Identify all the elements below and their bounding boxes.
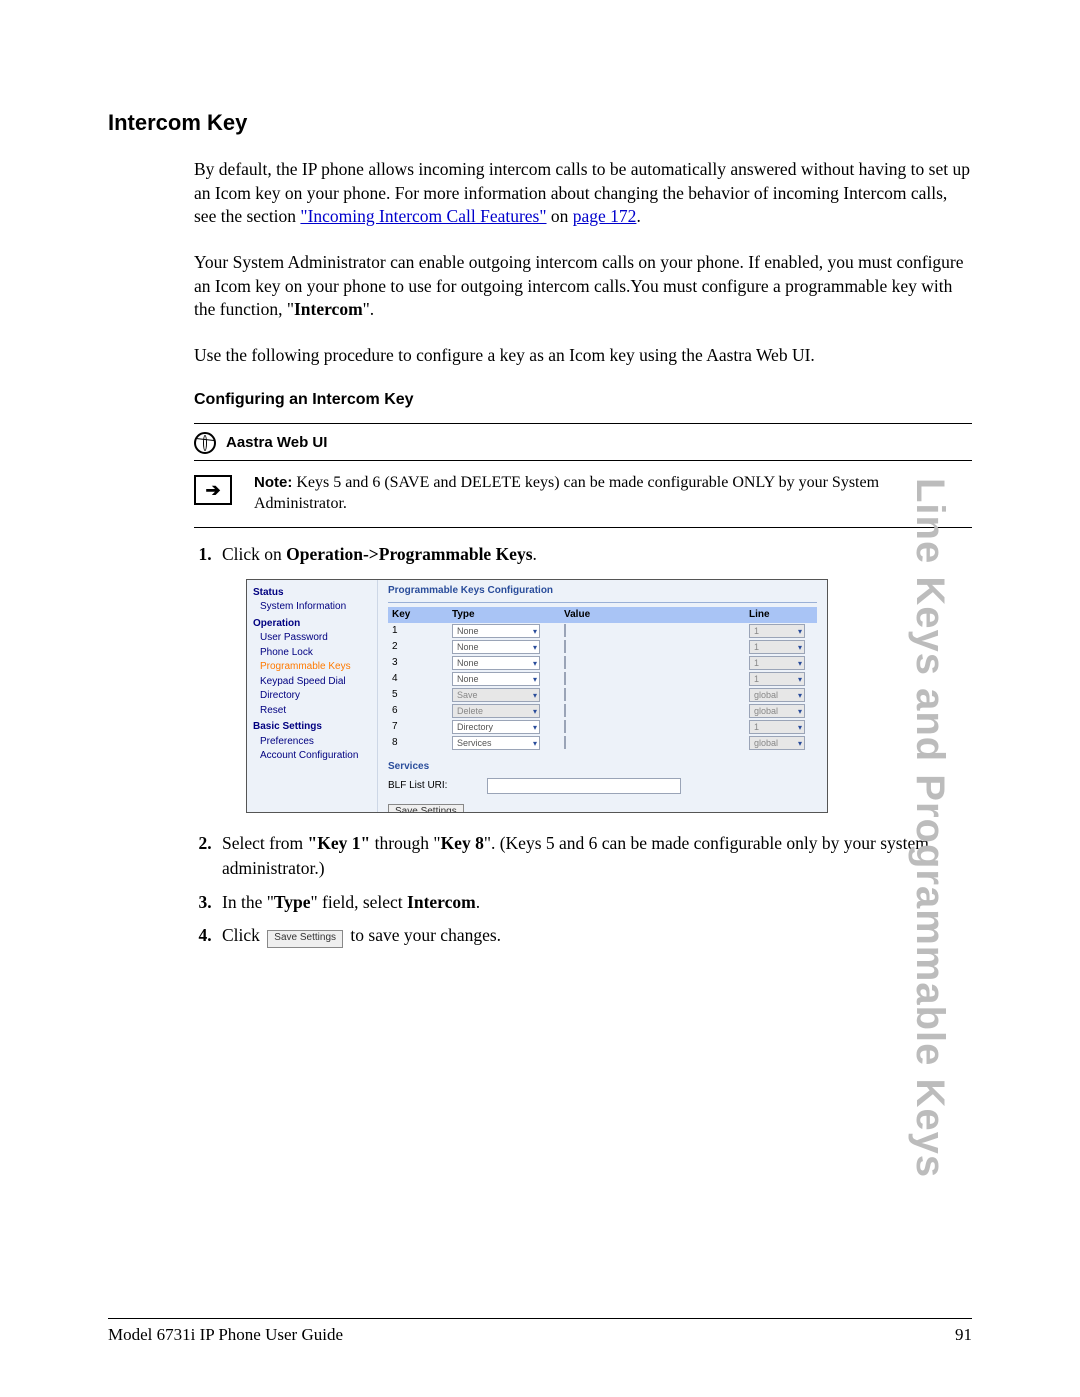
table-row: 8Services▾ global▾ — [388, 735, 817, 751]
rule — [194, 527, 972, 528]
chevron-down-icon: ▾ — [798, 738, 802, 750]
web-ui-screenshot: Status System Information Operation User… — [246, 579, 828, 813]
key-number: 1 — [388, 624, 452, 639]
note-arrow-icon: ➔ — [194, 475, 232, 505]
chevron-down-icon: ▾ — [533, 722, 537, 734]
chevron-down-icon: ▾ — [533, 626, 537, 638]
step-1: Click on Operation->Programmable Keys. S… — [216, 542, 972, 813]
chevron-down-icon: ▾ — [533, 690, 537, 702]
type-select: Delete▾ — [452, 704, 540, 718]
aastra-web-ui-label: Aastra Web UI — [226, 433, 327, 453]
key-number: 2 — [388, 640, 452, 655]
key-number: 5 — [388, 688, 452, 703]
chevron-down-icon: ▾ — [533, 642, 537, 654]
line-select: global▾ — [749, 688, 805, 702]
chevron-down-icon: ▾ — [798, 674, 802, 686]
table-header: Key Type Value Line — [388, 607, 817, 623]
blf-label: BLF List URI: — [388, 779, 447, 794]
chevron-down-icon: ▾ — [798, 722, 802, 734]
value-input[interactable] — [564, 656, 566, 669]
nav-directory[interactable]: Directory — [260, 689, 371, 704]
nav-reset[interactable]: Reset — [260, 704, 371, 719]
value-input — [564, 704, 566, 717]
value-input[interactable] — [564, 720, 566, 733]
line-select: 1▾ — [749, 640, 805, 654]
value-input[interactable] — [564, 672, 566, 685]
step-2: Select from "Key 1" through "Key 8". (Ke… — [216, 831, 972, 882]
line-select: 1▾ — [749, 624, 805, 638]
line-select: 1▾ — [749, 720, 805, 734]
type-select[interactable]: Services▾ — [452, 736, 540, 750]
intro-paragraph-3: Use the following procedure to configure… — [194, 344, 972, 368]
globe-icon — [194, 432, 216, 454]
nav-phone-lock[interactable]: Phone Lock — [260, 646, 371, 661]
chevron-down-icon: ▾ — [533, 738, 537, 750]
footer-page-number: 91 — [955, 1325, 972, 1345]
step-4: Click Save Settings to save your changes… — [216, 923, 972, 948]
nav-programmable-keys[interactable]: Programmable Keys — [260, 660, 371, 675]
line-select: 1▾ — [749, 672, 805, 686]
nav-speed-dial[interactable]: Keypad Speed Dial — [260, 675, 371, 690]
key-number: 8 — [388, 736, 452, 751]
nav-preferences[interactable]: Preferences — [260, 735, 371, 750]
save-settings-button[interactable]: Save Settings — [388, 804, 464, 813]
side-chapter-tab: Line Keys and Programmable Keys — [907, 478, 952, 1178]
note-text: Note: Keys 5 and 6 (SAVE and DELETE keys… — [254, 473, 972, 515]
footer-title: Model 6731i IP Phone User Guide — [108, 1325, 343, 1345]
services-label: Services — [388, 760, 817, 775]
line-select: global▾ — [749, 704, 805, 718]
table-row: 6Delete▾ global▾ — [388, 703, 817, 719]
table-row: 1None▾ 1▾ — [388, 623, 817, 639]
link-incoming-features[interactable]: "Incoming Intercom Call Features" — [300, 206, 546, 226]
chevron-down-icon: ▾ — [798, 642, 802, 654]
nav-system-info[interactable]: System Information — [260, 600, 371, 615]
nav-panel: Status System Information Operation User… — [247, 580, 377, 812]
nav-status[interactable]: Status — [253, 586, 371, 601]
nav-account-config[interactable]: Account Configuration — [260, 749, 371, 764]
type-select[interactable]: None▾ — [452, 656, 540, 670]
intro-paragraph-1: By default, the IP phone allows incoming… — [194, 158, 972, 229]
step-3: In the "Type" field, select Intercom. — [216, 890, 972, 915]
intro-paragraph-2: Your System Administrator can enable out… — [194, 251, 972, 322]
line-select: 1▾ — [749, 656, 805, 670]
type-select: Save▾ — [452, 688, 540, 702]
chevron-down-icon: ▾ — [798, 658, 802, 670]
type-select[interactable]: Directory▾ — [452, 720, 540, 734]
value-input — [564, 688, 566, 701]
table-row: 4None▾ 1▾ — [388, 671, 817, 687]
value-input[interactable] — [564, 640, 566, 653]
type-select[interactable]: None▾ — [452, 672, 540, 686]
type-select[interactable]: None▾ — [452, 640, 540, 654]
nav-operation[interactable]: Operation — [253, 617, 371, 632]
table-row: 7Directory▾ 1▾ — [388, 719, 817, 735]
nav-basic-settings[interactable]: Basic Settings — [253, 720, 371, 735]
table-row: 2None▾ 1▾ — [388, 639, 817, 655]
chevron-down-icon: ▾ — [798, 626, 802, 638]
subheading: Configuring an Intercom Key — [194, 389, 972, 411]
key-number: 4 — [388, 672, 452, 687]
value-input[interactable] — [564, 624, 566, 637]
key-number: 3 — [388, 656, 452, 671]
nav-user-password[interactable]: User Password — [260, 631, 371, 646]
key-number: 6 — [388, 704, 452, 719]
panel-title: Programmable Keys Configuration — [388, 584, 817, 604]
inline-save-settings-button[interactable]: Save Settings — [267, 930, 343, 948]
link-page-172[interactable]: page 172 — [573, 206, 637, 226]
line-select: global▾ — [749, 736, 805, 750]
blf-input[interactable] — [487, 778, 681, 794]
page-footer: Model 6731i IP Phone User Guide 91 — [108, 1318, 972, 1345]
table-row: 5Save▾ global▾ — [388, 687, 817, 703]
value-input[interactable] — [564, 736, 566, 749]
section-heading: Intercom Key — [108, 110, 972, 136]
chevron-down-icon: ▾ — [533, 706, 537, 718]
key-number: 7 — [388, 720, 452, 735]
chevron-down-icon: ▾ — [798, 690, 802, 702]
chevron-down-icon: ▾ — [533, 674, 537, 686]
type-select[interactable]: None▾ — [452, 624, 540, 638]
chevron-down-icon: ▾ — [533, 658, 537, 670]
table-row: 3None▾ 1▾ — [388, 655, 817, 671]
chevron-down-icon: ▾ — [798, 706, 802, 718]
